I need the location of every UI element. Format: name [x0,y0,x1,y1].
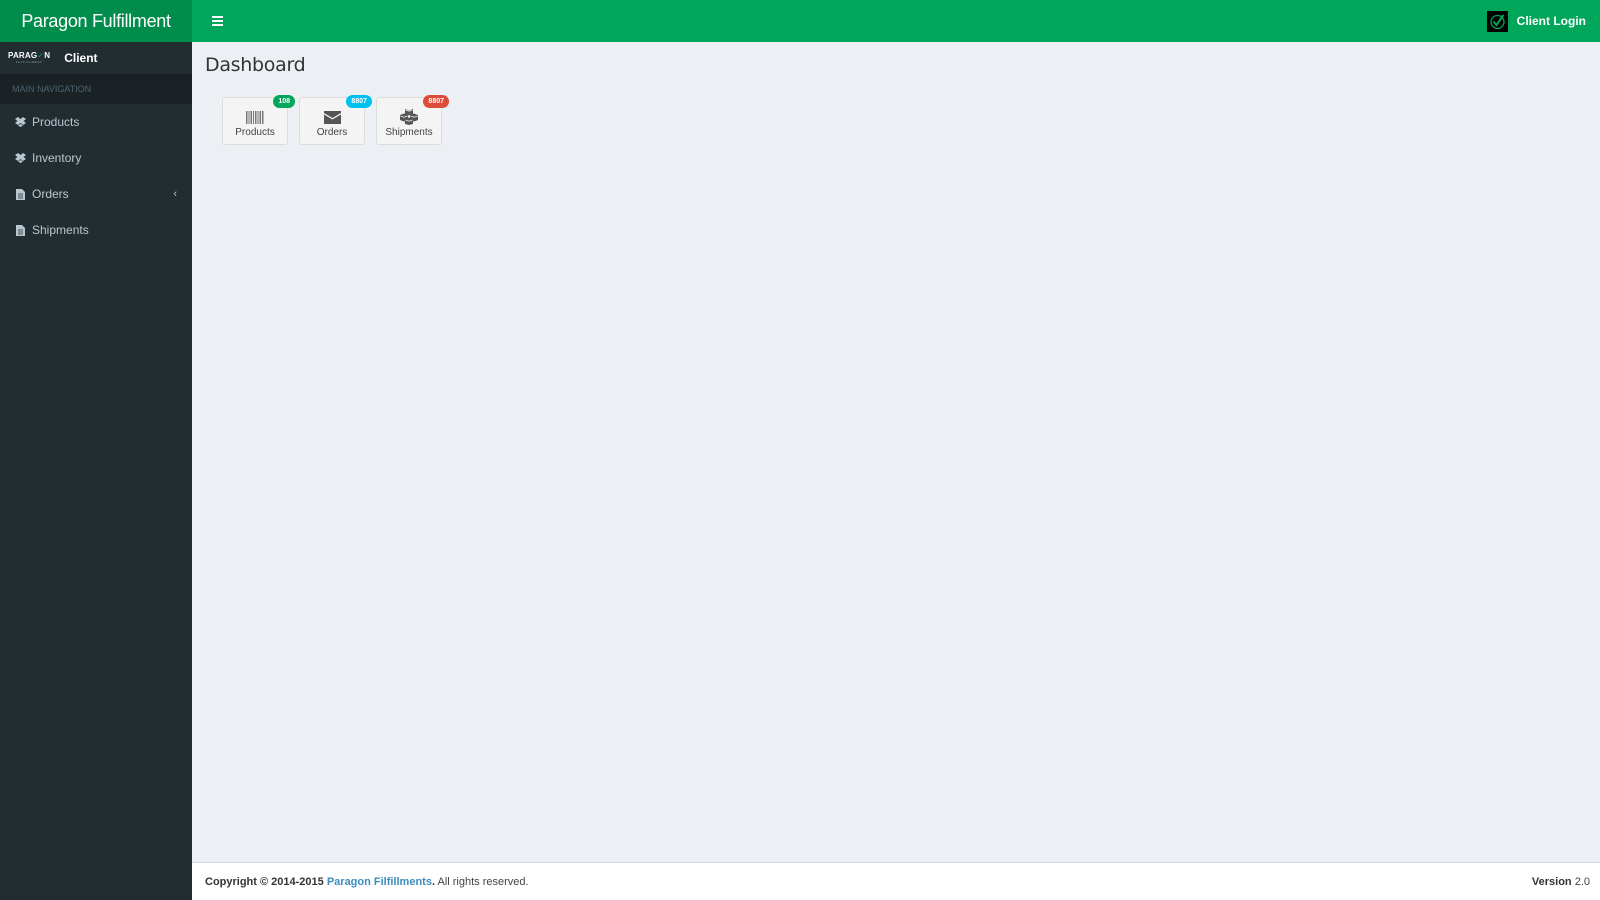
file-text-icon [15,224,26,236]
products-count-badge: 108 [273,95,295,108]
sidebar-item-label: Products [32,115,80,129]
hamburger-icon-bar [211,24,223,26]
content-wrapper: Dashboard 108 Products 8807 Orders 8807 … [192,42,1600,862]
copyright: Copyright © 2014-2015 Paragon Filfillmen… [205,876,529,888]
company-link[interactable]: Paragon Filfillments [327,876,432,888]
sidebar: PARAG✓N FULFILLMENT Client MAIN NAVIGATI… [0,42,192,900]
user-login-label: Client Login [1516,14,1586,28]
tile-label: Products [235,127,275,138]
envelope-icon [323,109,341,125]
sidebar-item-label: Orders [32,187,69,201]
barcode-icon [246,109,264,125]
sidebar-toggle-button[interactable] [204,8,230,34]
copyright-prefix: Copyright © 2014-2015 [205,875,324,888]
sidebar-item-products[interactable]: Products [0,104,192,140]
dropbox-icon [15,153,26,164]
version-info: Version 2.0 [1532,876,1590,888]
rights-text: All rights reserved. [435,875,529,888]
dashboard-tiles: 108 Products 8807 Orders 8807 Shipments [222,95,449,145]
version-label: Version [1531,875,1572,888]
tile-orders[interactable]: 8807 Orders [299,95,372,145]
tile-shipments[interactable]: 8807 Shipments [376,95,449,145]
user-menu[interactable]: Client Login [1486,10,1588,32]
brand-logo-text: PARAG✓N [8,52,50,60]
tile-products[interactable]: 108 Products [222,95,295,145]
dropbox-icon [15,117,26,128]
sidebar-item-label: Inventory [32,151,82,165]
sidebar-item-shipments[interactable]: Shipments [0,212,192,248]
sidebar-item-label: Shipments [32,223,89,237]
top-navbar: Client Login [192,0,1600,42]
hamburger-icon-bar [211,20,223,22]
file-text-icon [15,188,26,200]
brand-logo: PARAG✓N FULFILLMENT [8,52,50,64]
version-value: 2.0 [1571,875,1590,888]
nav-header: MAIN NAVIGATION [0,74,192,104]
main-header: Paragon Fulfillment Client Login [0,0,1600,42]
tile-label: Shipments [385,127,433,138]
page-title: Dashboard [205,54,306,76]
chevron-left-icon[interactable]: ‹ [173,188,177,200]
user-panel: PARAG✓N FULFILLMENT Client [0,42,192,74]
user-name: Client [64,51,98,65]
brand-text-main: PARAG [8,51,38,60]
sidebar-item-orders[interactable]: Orders ‹ [0,176,192,212]
orders-count-badge: 8807 [346,95,372,108]
tile-label: Orders [316,127,348,138]
cubes-icon [399,109,419,125]
main-footer: Copyright © 2014-2015 Paragon Filfillmen… [192,862,1600,900]
sidebar-item-inventory[interactable]: Inventory [0,140,192,176]
checkmark-icon [1486,10,1508,32]
hamburger-icon [211,16,223,18]
app-logo[interactable]: Paragon Fulfillment [0,0,192,42]
brand-subtext: FULFILLMENT [15,60,43,64]
brand-text-end: N [44,51,51,60]
shipments-count-badge: 8807 [423,95,449,108]
